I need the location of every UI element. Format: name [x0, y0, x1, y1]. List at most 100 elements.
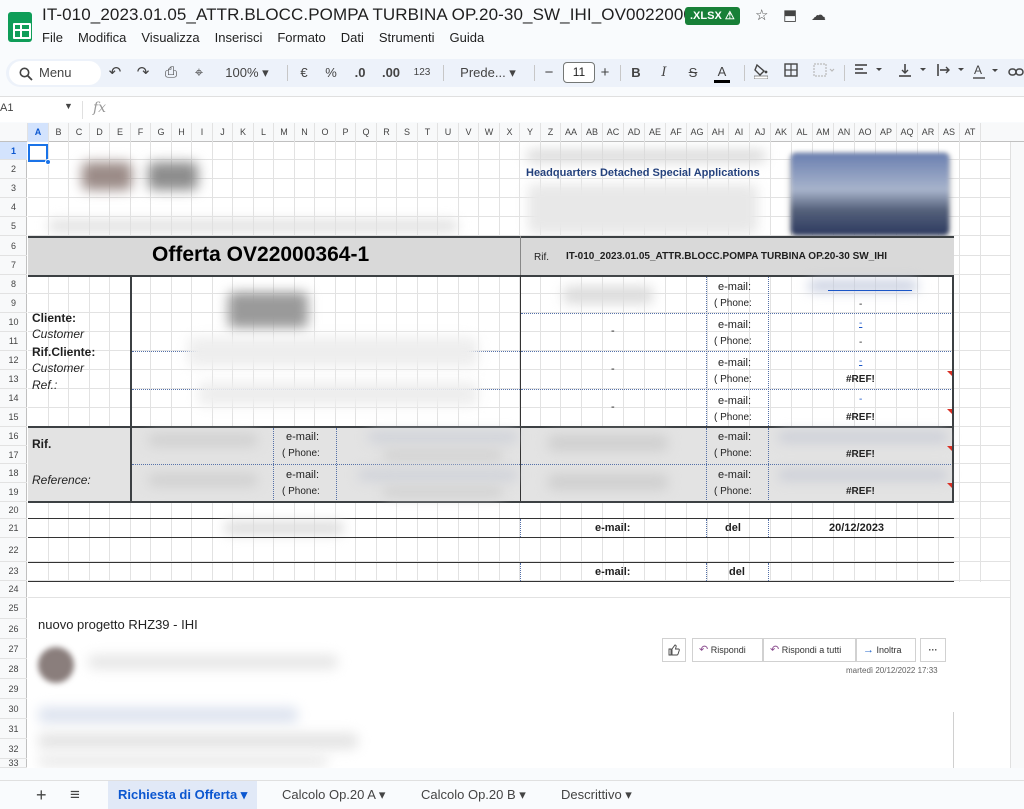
like-icon[interactable]	[662, 638, 686, 662]
row-header-20[interactable]: 20	[0, 502, 27, 519]
column-header-o[interactable]: O	[315, 123, 336, 142]
tab-calcolo-op20b[interactable]: Calcolo Op.20 B ▾	[421, 781, 526, 809]
text-wrap-icon[interactable]	[935, 63, 967, 83]
italic-button[interactable]: I	[657, 63, 671, 83]
row-header-4[interactable]: 4	[0, 198, 27, 217]
horizontal-align-icon[interactable]	[853, 63, 885, 83]
column-header-ak[interactable]: AK	[771, 123, 792, 142]
column-header-a[interactable]: A	[28, 123, 49, 142]
font-size-increase-button[interactable]: +	[598, 63, 612, 83]
row-header-19[interactable]: 19	[0, 483, 27, 502]
comment-marker[interactable]	[947, 446, 952, 451]
column-header-ap[interactable]: AP	[876, 123, 897, 142]
vertical-scrollbar[interactable]	[1010, 142, 1024, 768]
bold-button[interactable]: B	[629, 63, 643, 83]
font-size-input[interactable]: 11	[563, 62, 595, 83]
fill-color-icon[interactable]	[753, 63, 769, 83]
add-sheet-button[interactable]: +	[36, 781, 47, 809]
email-value[interactable]: -	[859, 394, 862, 405]
cloud-status-icon[interactable]: ☁	[811, 6, 826, 24]
merge-cells-icon[interactable]	[812, 63, 836, 83]
row-header-33[interactable]: 33	[0, 759, 27, 768]
column-header-n[interactable]: N	[295, 123, 315, 142]
borders-icon[interactable]	[783, 63, 799, 83]
column-header-y[interactable]: Y	[520, 123, 541, 142]
email-value[interactable]: -	[859, 318, 862, 329]
column-header-z[interactable]: Z	[541, 123, 561, 142]
column-header-l[interactable]: L	[254, 123, 274, 142]
row-header-28[interactable]: 28	[0, 659, 27, 679]
row-header-2[interactable]: 2	[0, 160, 27, 179]
column-header-al[interactable]: AL	[792, 123, 813, 142]
tab-calcolo-op20a[interactable]: Calcolo Op.20 A ▾	[282, 781, 385, 809]
column-header-ac[interactable]: AC	[603, 123, 624, 142]
row-header-5[interactable]: 5	[0, 217, 27, 236]
column-header-aa[interactable]: AA	[561, 123, 582, 142]
print-icon[interactable]: ⎙	[163, 63, 179, 83]
column-header-w[interactable]: W	[479, 123, 500, 142]
column-header-v[interactable]: V	[459, 123, 479, 142]
row-header-21[interactable]: 21	[0, 519, 27, 538]
column-header-aj[interactable]: AJ	[750, 123, 771, 142]
column-header-f[interactable]: F	[131, 123, 151, 142]
column-header-ah[interactable]: AH	[708, 123, 729, 142]
sheet-canvas[interactable]: Headquarters Detached Special Applicatio…	[28, 142, 1024, 768]
text-color-button[interactable]: A	[714, 63, 730, 83]
row-header-25[interactable]: 25	[0, 598, 27, 619]
row-header-3[interactable]: 3	[0, 179, 27, 198]
row-header-23[interactable]: 23	[0, 562, 27, 581]
name-box[interactable]: A1	[0, 102, 13, 114]
tab-richiesta-di-offerta[interactable]: Richiesta di Offerta ▾	[108, 781, 258, 809]
column-header-t[interactable]: T	[418, 123, 438, 142]
menu-search[interactable]: Menu	[9, 61, 101, 85]
row-header-11[interactable]: 11	[0, 332, 27, 351]
vertical-align-icon[interactable]	[897, 63, 929, 83]
column-header-ad[interactable]: AD	[624, 123, 645, 142]
number-format-icon[interactable]: 123	[410, 63, 434, 83]
column-header-ao[interactable]: AO	[855, 123, 876, 142]
column-header-p[interactable]: P	[336, 123, 356, 142]
column-header-at[interactable]: AT	[960, 123, 981, 142]
paint-format-icon[interactable]: ⌖	[191, 63, 207, 83]
row-header-29[interactable]: 29	[0, 679, 27, 699]
row-header-6[interactable]: 6	[0, 236, 27, 256]
column-header-af[interactable]: AF	[666, 123, 687, 142]
row-header-31[interactable]: 31	[0, 719, 27, 739]
xlsx-badge[interactable]: .XLSX ⚠	[685, 7, 740, 25]
row-header-30[interactable]: 30	[0, 699, 27, 719]
reply-button[interactable]: ↶ Rispondi	[692, 638, 763, 662]
row-header-7[interactable]: 7	[0, 256, 27, 275]
column-header-j[interactable]: J	[213, 123, 233, 142]
document-title[interactable]: IT-010_2023.01.05_ATTR.BLOCC.POMPA TURBI…	[42, 5, 737, 25]
column-header-m[interactable]: M	[274, 123, 295, 142]
row-header-32[interactable]: 32	[0, 739, 27, 759]
row-header-22[interactable]: 22	[0, 538, 27, 562]
font-size-decrease-button[interactable]: −	[542, 63, 556, 83]
menu-dati[interactable]: Dati	[341, 30, 364, 45]
menu-file[interactable]: File	[42, 30, 63, 45]
column-header-ai[interactable]: AI	[729, 123, 750, 142]
column-header-s[interactable]: S	[397, 123, 418, 142]
more-actions-button[interactable]: ···	[920, 638, 946, 662]
column-header-am[interactable]: AM	[813, 123, 834, 142]
row-header-16[interactable]: 16	[0, 427, 27, 446]
row-header-8[interactable]: 8	[0, 275, 27, 294]
row-header-24[interactable]: 24	[0, 581, 27, 598]
row-header-12[interactable]: 12	[0, 351, 27, 370]
column-header-d[interactable]: D	[90, 123, 110, 142]
row-header-9[interactable]: 9	[0, 294, 27, 313]
column-header-ab[interactable]: AB	[582, 123, 603, 142]
column-header-an[interactable]: AN	[834, 123, 855, 142]
row-header-26[interactable]: 26	[0, 619, 27, 639]
text-rotation-icon[interactable]: A	[972, 63, 1002, 83]
fill-handle[interactable]	[45, 159, 51, 165]
link-icon[interactable]	[1008, 63, 1024, 83]
menu-guida[interactable]: Guida	[450, 30, 485, 45]
column-header-b[interactable]: B	[49, 123, 69, 142]
currency-icon[interactable]: €	[297, 63, 311, 83]
forward-button[interactable]: → Inoltra	[856, 638, 916, 662]
column-header-i[interactable]: I	[192, 123, 213, 142]
column-header-aq[interactable]: AQ	[897, 123, 918, 142]
column-header-ar[interactable]: AR	[918, 123, 939, 142]
redo-icon[interactable]: ↷	[135, 63, 151, 83]
